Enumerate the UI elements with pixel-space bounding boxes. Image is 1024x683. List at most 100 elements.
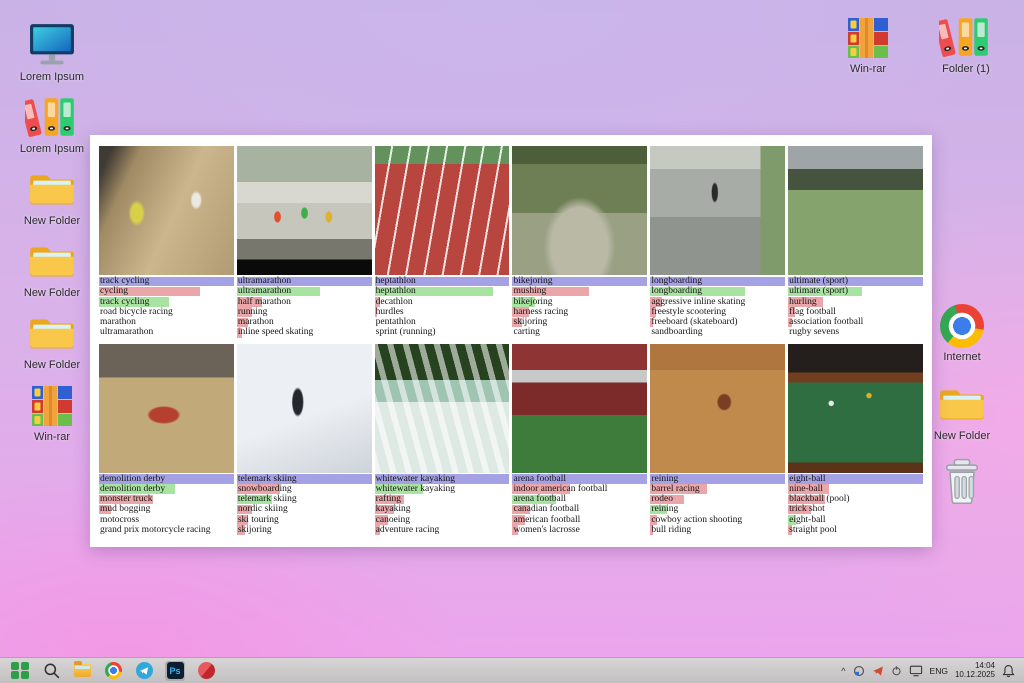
photoshop-button[interactable]: Ps xyxy=(165,660,185,681)
clock[interactable]: 14:04 10.12.2025 xyxy=(955,661,995,679)
video-thumbnail[interactable] xyxy=(512,343,648,473)
video-thumbnail[interactable] xyxy=(788,146,923,275)
video-card[interactable]: longboarding longboarding aggressive inl… xyxy=(650,146,786,339)
video-thumbnail[interactable] xyxy=(374,146,510,275)
label-list: ultimate (sport) ultimate (sport) hurlin… xyxy=(788,275,923,339)
desktop-icon-folder-1[interactable]: Folder (1) xyxy=(928,12,1004,75)
label-text: bull riding xyxy=(651,524,692,535)
desktop-icon-winrar-2[interactable]: Win-rar xyxy=(830,12,906,75)
binders-icon xyxy=(939,12,993,60)
label-text: canoeing xyxy=(375,514,410,525)
video-card[interactable]: whitewater kayaking whitewater kayaking … xyxy=(374,343,510,537)
label-row: skijoring xyxy=(236,525,372,536)
label-text: ski touring xyxy=(237,514,279,525)
label-row: canadian football xyxy=(512,504,647,515)
icon-label: Lorem Ipsum xyxy=(19,143,85,155)
chevron-up-icon[interactable]: ^ xyxy=(841,666,845,676)
video-card[interactable]: eight-ball nine-ball blackball (pool) tr… xyxy=(788,343,923,537)
label-row: longboarding xyxy=(650,276,786,287)
label-list: whitewater kayaking whitewater kayaking … xyxy=(374,473,510,537)
label-row: mushing xyxy=(512,286,647,297)
trash-icon xyxy=(940,458,984,506)
video-thumbnail[interactable] xyxy=(650,146,786,275)
label-text: arena football xyxy=(513,473,566,484)
label-row: decathlon xyxy=(374,296,510,307)
desktop-icon-new-folder-right[interactable]: New Folder xyxy=(924,379,1000,442)
video-thumbnail[interactable] xyxy=(512,146,648,275)
label-row: ultramarathon xyxy=(236,286,372,297)
video-card[interactable]: arena football indoor american football … xyxy=(512,343,648,537)
video-card[interactable]: track cycling cycling track cycling road… xyxy=(99,146,234,339)
label-row: women's lacrosse xyxy=(512,525,647,536)
label-row: ultimate (sport) xyxy=(788,276,923,287)
chrome-icon xyxy=(940,300,984,348)
label-row: reining xyxy=(650,504,785,515)
desktop-icon-new-folder-2[interactable]: New Folder xyxy=(14,236,90,299)
telegram-icon xyxy=(135,662,153,679)
icon-label: Lorem Ipsum xyxy=(19,71,85,83)
video-thumbnail[interactable] xyxy=(236,146,372,275)
display-icon[interactable] xyxy=(909,665,923,677)
label-row: nine-ball xyxy=(788,484,923,494)
label-row: freeboard (skateboard) xyxy=(650,317,785,328)
video-thumbnail[interactable] xyxy=(788,343,923,473)
label-row: demolition derby xyxy=(99,474,234,484)
label-text: canadian football xyxy=(513,504,580,515)
telegram-button[interactable] xyxy=(134,661,154,681)
desktop-icon-internet[interactable]: Internet xyxy=(924,300,1000,363)
video-thumbnail[interactable] xyxy=(374,343,510,473)
label-row: cowboy action shooting xyxy=(650,515,785,525)
label-text: barrel racing xyxy=(651,483,700,494)
video-card[interactable]: reining barrel racing rodeo reining cowb… xyxy=(650,343,786,537)
label-text: whitewater kayaking xyxy=(375,483,456,494)
desktop-icon-new-folder-1[interactable]: New Folder xyxy=(14,164,90,227)
language-indicator[interactable]: ENG xyxy=(930,666,948,676)
label-text: bikejoring xyxy=(513,296,553,307)
video-card[interactable]: ultimate (sport) ultimate (sport) hurlin… xyxy=(788,146,923,339)
label-text: nordic skiing xyxy=(237,504,288,515)
label-text: grand prix motorcycle racing xyxy=(100,524,211,535)
power-icon[interactable] xyxy=(891,665,902,676)
video-thumbnail[interactable] xyxy=(236,343,372,473)
bell-icon[interactable] xyxy=(1002,664,1015,678)
classification-window: track cycling cycling track cycling road… xyxy=(90,135,932,547)
label-text: bikejoring xyxy=(513,276,553,286)
monitor-icon xyxy=(26,20,78,68)
label-text: decathlon xyxy=(375,296,413,307)
start-button[interactable] xyxy=(10,661,30,681)
label-row: sandboarding xyxy=(650,327,785,337)
red-app-button[interactable] xyxy=(196,661,216,681)
video-card[interactable]: bikejoring mushing bikejoring harness ra… xyxy=(512,146,648,339)
label-text: harness racing xyxy=(513,306,569,317)
chrome-button[interactable] xyxy=(103,661,123,681)
desktop-icon-winrar[interactable]: Win-rar xyxy=(14,380,90,443)
desktop-icons-right: Internet New Folder xyxy=(924,300,1000,506)
label-row: skijoring xyxy=(512,317,647,328)
desktop-icon-recycle-bin[interactable] xyxy=(924,458,1000,506)
desktop-icon-lorem-ipsum-binders[interactable]: Lorem Ipsum xyxy=(14,92,90,155)
file-explorer-button[interactable] xyxy=(72,661,92,681)
label-row: reining xyxy=(650,474,786,484)
label-text: indoor american football xyxy=(513,483,608,494)
video-card[interactable]: telemark skiing snowboarding telemark sk… xyxy=(236,343,372,537)
globe-icon[interactable] xyxy=(853,665,865,677)
video-card[interactable]: ultramarathon ultramarathon half maratho… xyxy=(236,146,372,339)
desktop-icon-new-folder-3[interactable]: New Folder xyxy=(14,308,90,371)
video-card[interactable]: heptathlon heptathlon decathlon hurdles … xyxy=(374,146,510,339)
plane-icon[interactable] xyxy=(872,665,884,677)
label-text: reining xyxy=(651,504,679,515)
video-thumbnail[interactable] xyxy=(99,146,234,275)
video-thumbnail[interactable] xyxy=(99,343,234,473)
label-text: ultramarathon xyxy=(100,327,154,338)
label-list: heptathlon heptathlon decathlon hurdles … xyxy=(374,275,510,339)
label-row: straight pool xyxy=(788,525,923,536)
label-row: heptathlon xyxy=(374,286,510,297)
search-button[interactable] xyxy=(41,661,61,681)
label-text: cowboy action shooting xyxy=(651,514,743,525)
label-text: rugby sevens xyxy=(789,327,840,338)
video-thumbnail[interactable] xyxy=(650,343,786,473)
label-row: ski touring xyxy=(236,514,372,525)
label-row: grand prix motorcycle racing xyxy=(99,525,234,535)
desktop-icon-lorem-ipsum-monitor[interactable]: Lorem Ipsum xyxy=(14,20,90,83)
video-card[interactable]: demolition derby demolition derby monste… xyxy=(99,343,234,537)
